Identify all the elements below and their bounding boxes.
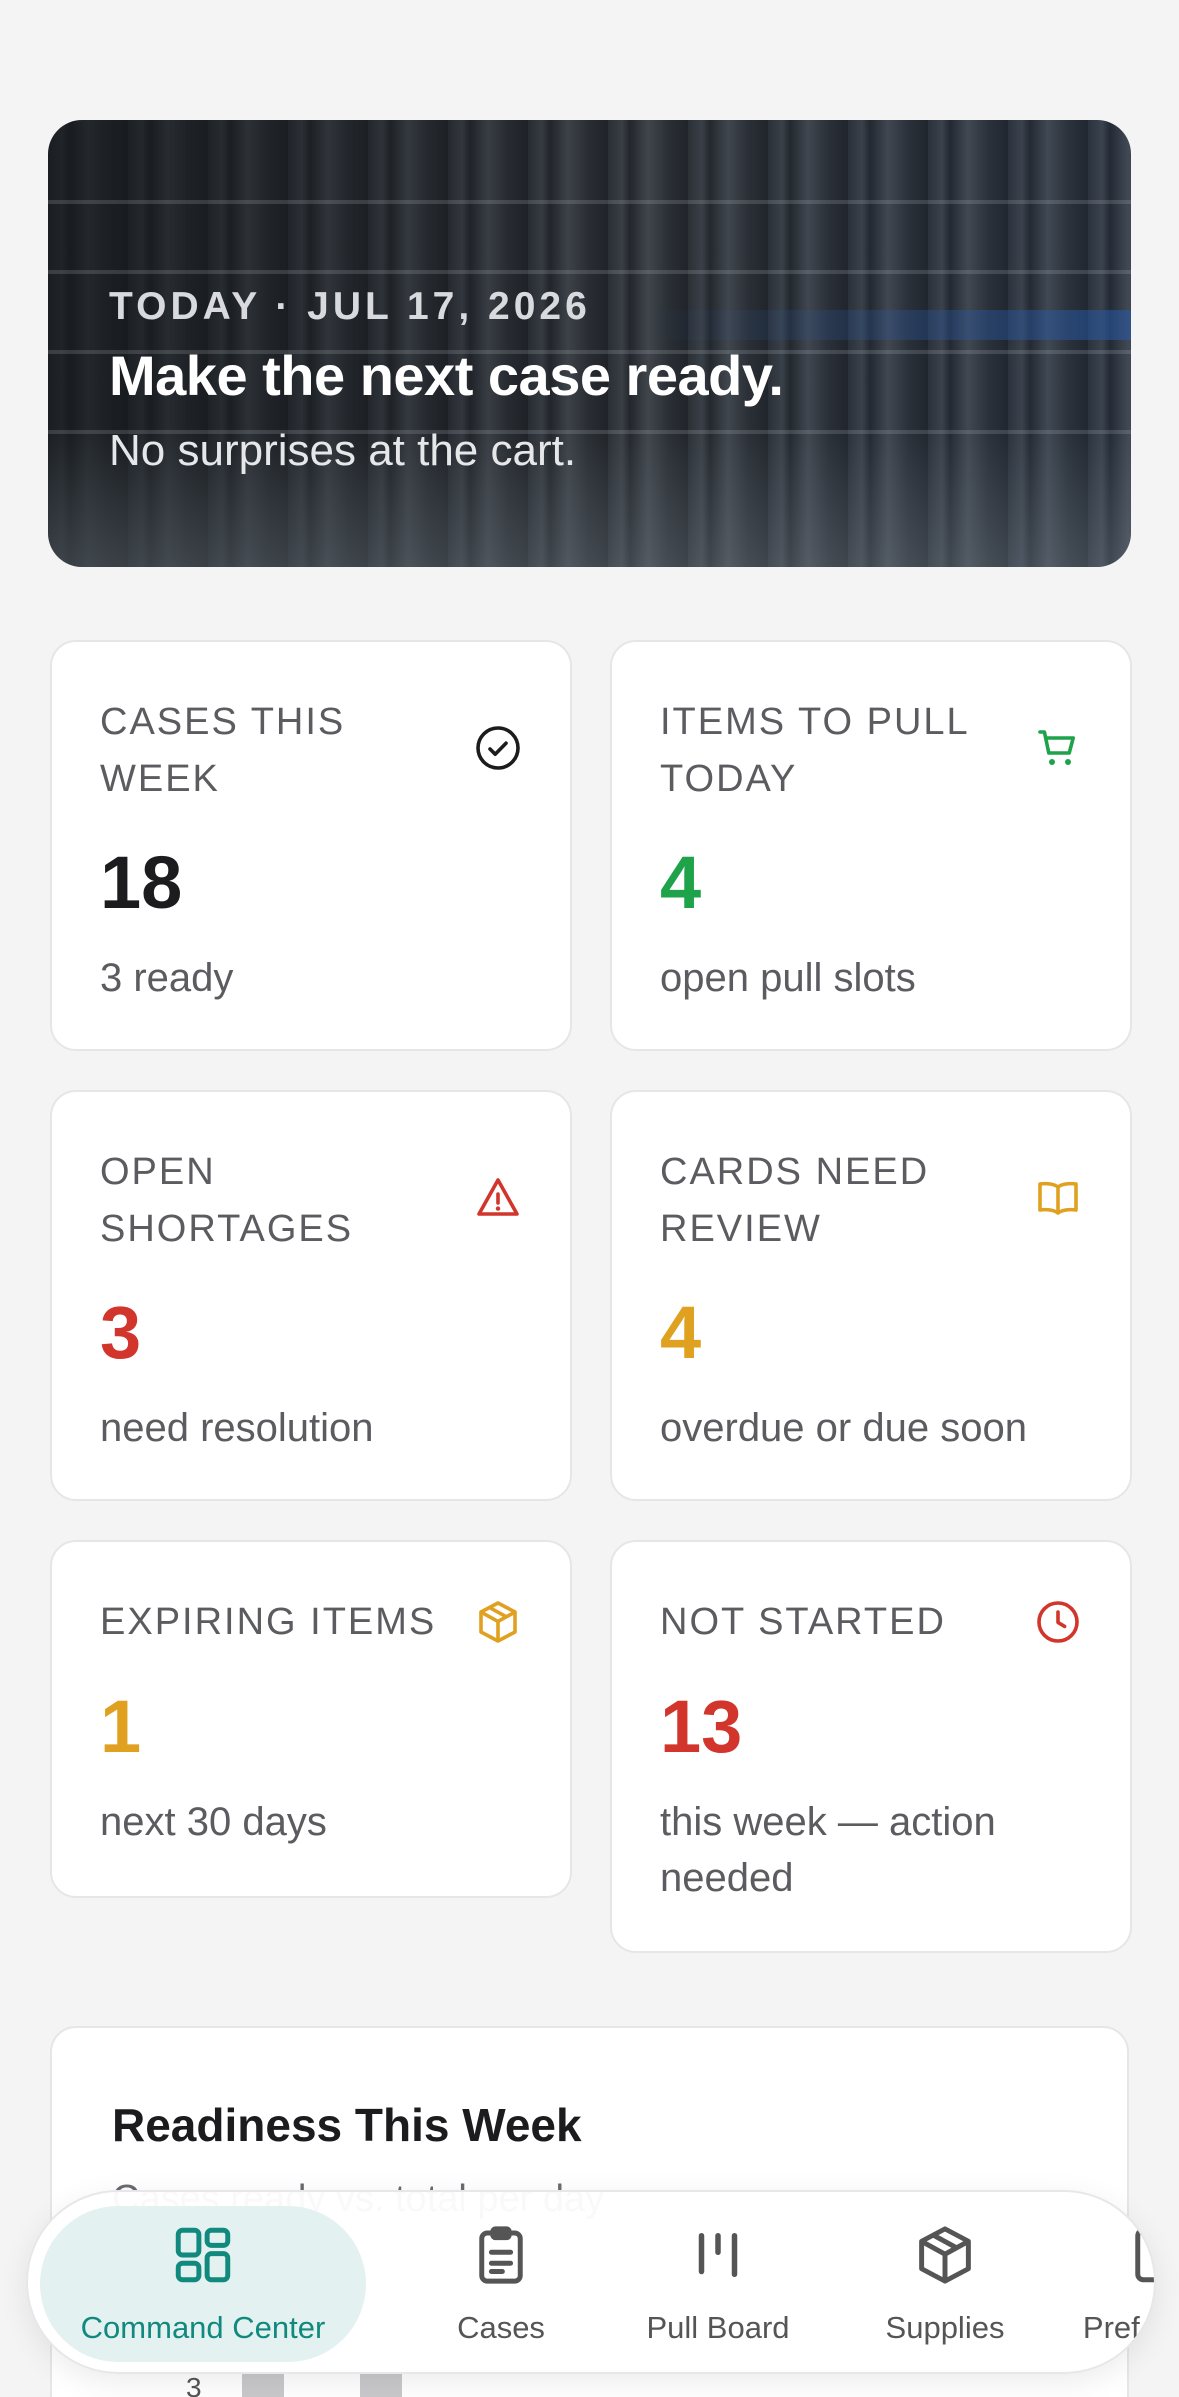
nav-item-pull-board[interactable]: Pull Board	[608, 2206, 828, 2362]
nav-label: Pref Cards	[1082, 2310, 1154, 2345]
box-icon	[919, 2226, 971, 2284]
hero-date: TODAY · JUL 17, 2026	[109, 285, 591, 328]
package-icon	[479, 1601, 517, 1643]
nav-item-command-center[interactable]: Command Center	[40, 2206, 366, 2362]
stat-card-open-shortages[interactable]: OPEN SHORTAGES 3 need resolution	[50, 1090, 572, 1501]
nav-label: Pull Board	[646, 2310, 790, 2345]
nav-label: Cases	[457, 2310, 545, 2345]
clock-icon	[1037, 1601, 1079, 1643]
stat-sub: open pull slots	[660, 956, 916, 1000]
hero-banner: TODAY · JUL 17, 2026 Make the next case …	[48, 120, 1131, 567]
clipboard-icon	[479, 2226, 523, 2284]
chart-tick-label: 3	[186, 2372, 202, 2397]
stat-card-cards-need-review[interactable]: CARDS NEED REVIEW 4 overdue or due soon	[610, 1090, 1132, 1501]
book-icon	[1038, 1181, 1078, 1215]
stat-card-not-started[interactable]: NOT STARTED 13 this week — action needed	[610, 1540, 1132, 1953]
stat-label: CARDS NEED REVIEW	[660, 1151, 930, 1250]
nav-label: Supplies	[885, 2310, 1005, 2345]
chart-bar	[360, 2372, 402, 2397]
stat-sub: next 30 days	[100, 1800, 327, 1844]
stat-sub: overdue or due soon	[660, 1406, 1027, 1450]
warning-icon	[477, 1178, 519, 1216]
nav-item-cases[interactable]: Cases	[406, 2206, 596, 2362]
chart-bar	[242, 2372, 284, 2397]
stat-value: 3	[100, 1291, 142, 1374]
bottom-nav: Command Center Cases Pull Board Supplies	[26, 2190, 1156, 2374]
stat-sub: this week — action needed	[660, 1800, 996, 1900]
columns-icon	[698, 2233, 738, 2277]
stat-label: ITEMS TO PULL TODAY	[660, 701, 969, 800]
nav-item-supplies[interactable]: Supplies	[840, 2206, 1050, 2362]
stat-label: CASES THIS WEEK	[100, 701, 346, 800]
stat-value: 4	[660, 841, 702, 924]
stat-sub: need resolution	[100, 1406, 374, 1450]
stat-card-cases-this-week[interactable]: CASES THIS WEEK 18 3 ready	[50, 640, 572, 1051]
hero-subtitle: No surprises at the cart.	[109, 426, 577, 475]
stat-value: 13	[660, 1685, 743, 1768]
stat-label: NOT STARTED	[660, 1601, 946, 1643]
stat-sub: 3 ready	[100, 956, 234, 1000]
nav-label: Command Center	[80, 2310, 326, 2345]
stat-label: OPEN SHORTAGES	[100, 1151, 354, 1250]
cart-icon	[1038, 730, 1075, 765]
stat-value: 1	[100, 1685, 142, 1768]
grid-icon	[175, 2227, 231, 2283]
stat-value: 18	[100, 841, 183, 924]
stat-card-expiring-items[interactable]: EXPIRING ITEMS 1 next 30 days	[50, 1540, 572, 1898]
readiness-title: Readiness This Week	[112, 2099, 582, 2151]
card-icon	[1135, 2227, 1154, 2283]
nav-item-pref-cards[interactable]: Pref Cards	[1062, 2206, 1154, 2362]
page: TODAY · JUL 17, 2026 Make the next case …	[0, 0, 1179, 2397]
stat-label: EXPIRING ITEMS	[100, 1601, 437, 1643]
hero-title: Make the next case ready.	[109, 344, 784, 407]
stat-card-items-to-pull[interactable]: ITEMS TO PULL TODAY 4 open pull slots	[610, 640, 1132, 1051]
stat-value: 4	[660, 1291, 702, 1374]
check-circle-icon	[476, 726, 520, 770]
